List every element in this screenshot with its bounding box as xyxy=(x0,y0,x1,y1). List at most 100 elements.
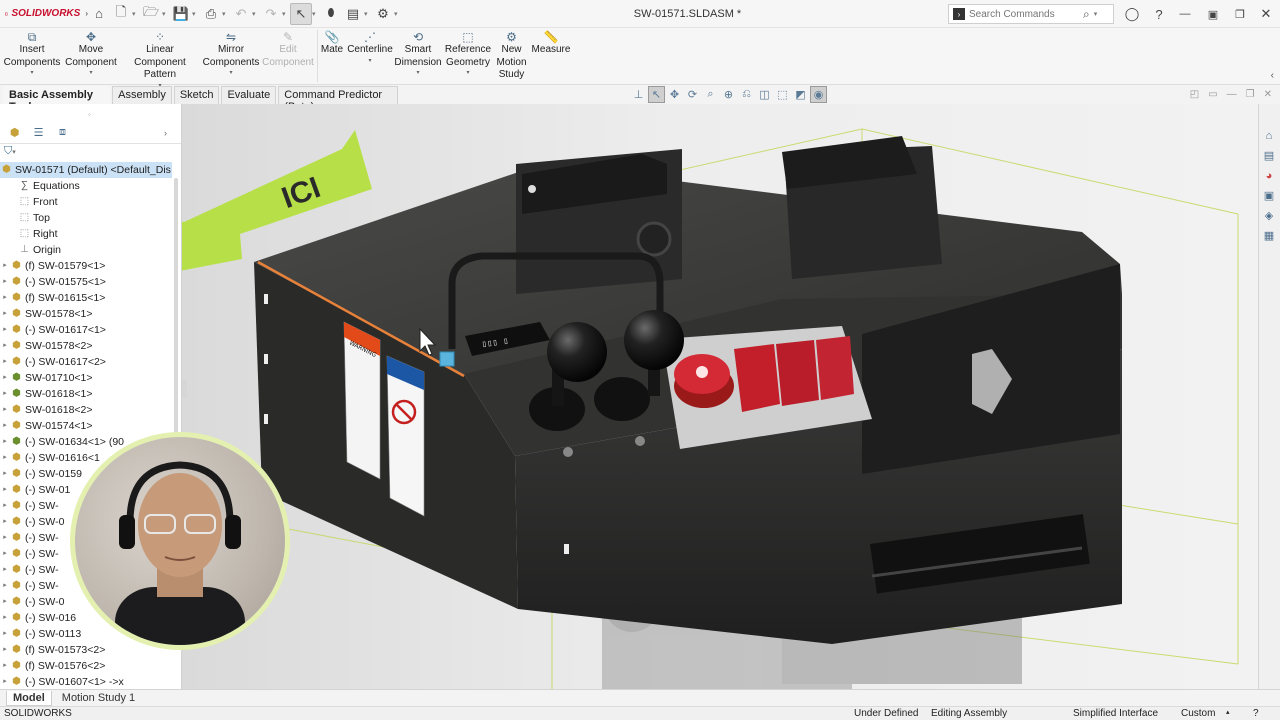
tree-item[interactable]: ⬚ Right xyxy=(0,226,172,242)
property-manager-tab-icon[interactable]: ☰ xyxy=(28,123,49,142)
redo-icon[interactable]: ↷ xyxy=(260,3,282,25)
panel-grip-icon[interactable]: ◦ xyxy=(88,110,91,119)
expand-arrow-icon[interactable]: ▸ xyxy=(0,466,10,482)
save-dropdown-icon[interactable]: ▾ xyxy=(192,10,200,18)
expand-arrow-icon[interactable]: ▸ xyxy=(0,546,10,562)
rotate-icon[interactable]: ⟳ xyxy=(684,86,701,103)
redo-dropdown-icon[interactable]: ▾ xyxy=(282,10,290,18)
viewport-tile-icon[interactable]: ◰ xyxy=(1190,89,1199,100)
open-folder-icon[interactable]: 🗁 xyxy=(140,3,162,25)
linear-component-pattern-button[interactable]: ⁘ Linear Component Pattern ▾ xyxy=(120,30,200,90)
view-orientation-icon[interactable]: ⬚ xyxy=(774,86,791,103)
tree-item[interactable]: ▸ ⬢ SW-01578<1> xyxy=(0,306,172,322)
panel-resize-handle[interactable] xyxy=(182,380,187,398)
open-dropdown-icon[interactable]: ▾ xyxy=(162,10,170,18)
expand-arrow-icon[interactable]: ▸ xyxy=(0,338,10,354)
graphics-area[interactable]: ▯▯▯ ▯ WARNING ICI xyxy=(182,104,1258,689)
expand-arrow-icon[interactable]: ▸ xyxy=(0,322,10,338)
tab-sketch[interactable]: Sketch xyxy=(173,85,220,104)
selection-handle[interactable] xyxy=(439,351,455,367)
expand-arrow-icon[interactable]: ▸ xyxy=(0,258,10,274)
tree-item[interactable]: ▸ ⬢ SW-01710<1> xyxy=(0,370,172,386)
dropdown-icon[interactable]: ▾ xyxy=(229,69,232,77)
tab-basic-assembly-tools[interactable]: Basic Assembly Tools xyxy=(3,85,111,113)
tree-item[interactable]: ▸ ⬢ (f) SW-01576<2> xyxy=(0,658,172,674)
rocker-switch-2[interactable] xyxy=(776,340,819,406)
rocker-switch-1[interactable] xyxy=(734,344,780,412)
tree-item[interactable]: ▸ ⬢ (-) SW-01607<1> ->x xyxy=(0,674,172,690)
help-icon[interactable]: ? xyxy=(1148,3,1170,25)
tree-item[interactable]: ▸ ⬢ (f) SW-01615<1> xyxy=(0,290,172,306)
dropdown-icon[interactable]: ▾ xyxy=(30,69,33,77)
collapse-ribbon-icon[interactable]: ‹ xyxy=(1271,70,1274,81)
tab-model[interactable]: Model xyxy=(6,690,52,706)
viewport-close-icon[interactable]: ✕ xyxy=(1264,89,1272,100)
home-icon[interactable]: ⌂ xyxy=(88,3,110,25)
tree-item[interactable]: ▸ ⬢ (f) SW-01579<1> xyxy=(0,258,172,274)
user-account-icon[interactable]: ◯ xyxy=(1121,3,1143,25)
status-interface[interactable]: Simplified Interface xyxy=(1073,708,1158,719)
centerline-button[interactable]: ⋰ Centerline ▾ xyxy=(347,30,393,65)
feature-tree-tab-icon[interactable]: ⬢ xyxy=(4,123,25,142)
joystick-knob-left[interactable] xyxy=(547,322,607,382)
mate-button[interactable]: 📎 Mate xyxy=(318,30,346,57)
properties-dropdown-icon[interactable]: ▾ xyxy=(364,10,372,18)
design-library-icon[interactable]: ▤ xyxy=(1259,146,1279,165)
smart-dimension-button[interactable]: ⟲ Smart Dimension ▾ xyxy=(394,30,442,77)
tree-item[interactable]: ∑ Equations xyxy=(0,178,172,194)
solidworks-logo[interactable]: SOLIDWORKS › xyxy=(0,8,88,20)
file-explorer-icon[interactable]: ▣ xyxy=(1259,186,1279,205)
zoom-to-fit-icon[interactable]: ⌕ xyxy=(702,86,719,103)
custom-properties-icon[interactable]: ▦ xyxy=(1259,226,1279,245)
solidworks-resources-icon[interactable]: ⌂ xyxy=(1259,126,1279,145)
expand-panel-icon[interactable]: › xyxy=(155,123,176,142)
undo-dropdown-icon[interactable]: ▾ xyxy=(252,10,260,18)
previous-view-icon[interactable]: ⎌ xyxy=(738,86,755,103)
tab-evaluate[interactable]: Evaluate xyxy=(221,85,277,104)
filter-icon[interactable]: ⛉▾ xyxy=(4,145,16,158)
expand-arrow-icon[interactable]: ▸ xyxy=(0,658,10,674)
traffic-light-icon[interactable]: ⬮ xyxy=(320,3,342,25)
move-component-button[interactable]: ✥ Move Component ▾ xyxy=(63,30,119,77)
units-dropdown-icon[interactable]: ▴ xyxy=(1226,708,1230,716)
tree-item[interactable]: ⊥ Origin xyxy=(0,242,172,258)
expand-arrow-icon[interactable]: ▸ xyxy=(0,498,10,514)
expand-arrow-icon[interactable]: ▸ xyxy=(0,482,10,498)
status-units[interactable]: Custom xyxy=(1181,708,1215,719)
viewport-restore-icon[interactable]: ❐ xyxy=(1246,89,1255,100)
section-view-icon[interactable]: ◫ xyxy=(756,86,773,103)
expand-arrow-icon[interactable]: ▸ xyxy=(0,530,10,546)
select-dropdown-icon[interactable]: ▾ xyxy=(312,10,320,18)
expand-arrow-icon[interactable]: ▸ xyxy=(0,626,10,642)
new-motion-study-button[interactable]: ⚙ New Motion Study xyxy=(494,30,529,82)
expand-arrow-icon[interactable]: ▸ xyxy=(0,450,10,466)
expand-arrow-icon[interactable]: ▸ xyxy=(0,402,10,418)
reference-geometry-button[interactable]: ⬚ Reference Geometry ▾ xyxy=(444,30,492,77)
expand-arrow-icon[interactable]: ▸ xyxy=(0,610,10,626)
status-help-icon[interactable]: ? xyxy=(1253,708,1259,719)
tile-windows-icon[interactable]: ▣ xyxy=(1202,3,1224,25)
options-gear-icon[interactable]: ⚙ xyxy=(372,3,394,25)
expand-arrow-icon[interactable]: ▸ xyxy=(0,354,10,370)
tree-item[interactable]: ▸ ⬢ (-) SW-01617<1> xyxy=(0,322,172,338)
restore-icon[interactable]: ❐ xyxy=(1229,3,1251,25)
undo-icon[interactable]: ↶ xyxy=(230,3,252,25)
insert-components-button[interactable]: ⧉ Insert Components ▾ xyxy=(4,30,61,77)
joystick-knob-right[interactable] xyxy=(624,310,684,370)
new-document-icon[interactable]: 🗋 xyxy=(110,3,132,25)
zoom-area-icon[interactable]: ⊕ xyxy=(720,86,737,103)
dropdown-icon[interactable]: ▾ xyxy=(89,69,92,77)
tree-item[interactable]: ▸ ⬢ SW-01618<1> xyxy=(0,386,172,402)
expand-arrow-icon[interactable]: ▸ xyxy=(0,370,10,386)
dropdown-icon[interactable]: ▾ xyxy=(368,57,371,65)
dropdown-icon[interactable]: ▾ xyxy=(416,69,419,77)
expand-arrow-icon[interactable]: ▸ xyxy=(0,386,10,402)
search-icon[interactable]: ⌕ xyxy=(1083,7,1090,22)
expand-arrow-icon[interactable]: ▸ xyxy=(0,674,10,690)
viewport-minimize-icon[interactable]: ▭ xyxy=(1208,89,1217,100)
expand-arrow-icon[interactable]: ▸ xyxy=(0,562,10,578)
tab-motion-study-1[interactable]: Motion Study 1 xyxy=(56,691,141,705)
tab-command-predictor[interactable]: Command Predictor (Beta) xyxy=(278,85,398,113)
configuration-manager-tab-icon[interactable]: ⧈ xyxy=(52,123,73,142)
mirror-components-button[interactable]: ⇋ Mirror Components ▾ xyxy=(203,30,260,77)
